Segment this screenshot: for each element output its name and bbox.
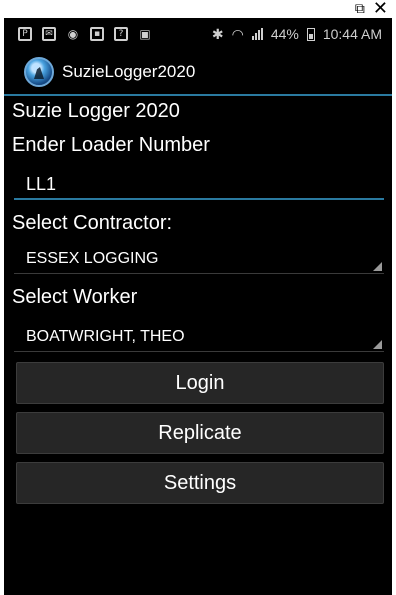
notification-p-icon: P bbox=[18, 27, 32, 41]
replicate-button[interactable]: Replicate bbox=[16, 412, 384, 454]
window-chrome: ⧉ ✕ bbox=[0, 0, 396, 18]
screen-icon: ▪ bbox=[90, 27, 104, 41]
bluetooth-icon: ✱ bbox=[211, 25, 224, 42]
app-title: SuzieLogger2020 bbox=[62, 62, 196, 81]
contractor-label: Select Contractor: bbox=[12, 212, 173, 234]
clock: 10:44 AM bbox=[322, 26, 382, 42]
status-bar: P ✉ ◉ ▪ ? ▣ ✱ ◠ 44% 10:44 AM bbox=[4, 18, 392, 50]
contractor-selected-value: ESSEX LOGGING bbox=[26, 249, 159, 267]
worker-selected-value: BOATWRIGHT, THEO bbox=[26, 327, 185, 345]
page-heading: Suzie Logger 2020 bbox=[12, 100, 180, 122]
login-button[interactable]: Login bbox=[16, 362, 384, 404]
ender-loader-input[interactable]: LL1 bbox=[14, 170, 384, 200]
help-icon: ? bbox=[114, 27, 128, 41]
battery-percent: 44% bbox=[270, 26, 299, 42]
wifi-icon: ◠ bbox=[231, 25, 244, 42]
photo-icon: ▣ bbox=[139, 27, 151, 41]
close-icon[interactable]: ✕ bbox=[373, 0, 388, 18]
ender-loader-label: Ender Loader Number bbox=[12, 134, 210, 156]
app-bar: SuzieLogger2020 bbox=[4, 50, 392, 96]
worker-select[interactable]: BOATWRIGHT, THEO bbox=[14, 322, 384, 352]
dropdown-arrow-icon bbox=[373, 262, 382, 271]
app-logo-icon bbox=[24, 57, 54, 87]
settings-button[interactable]: Settings bbox=[16, 462, 384, 504]
mail-icon: ✉ bbox=[42, 27, 56, 41]
eye-icon: ◉ bbox=[67, 27, 79, 41]
worker-label: Select Worker bbox=[12, 286, 138, 308]
battery-icon bbox=[306, 27, 315, 41]
phone-screen: P ✉ ◉ ▪ ? ▣ ✱ ◠ 44% 10:44 AM SuzieLogger… bbox=[4, 18, 392, 595]
dropdown-arrow-icon bbox=[373, 340, 382, 349]
open-external-icon[interactable]: ⧉ bbox=[355, 1, 365, 17]
contractor-select[interactable]: ESSEX LOGGING bbox=[14, 244, 384, 274]
signal-icon bbox=[251, 28, 263, 40]
